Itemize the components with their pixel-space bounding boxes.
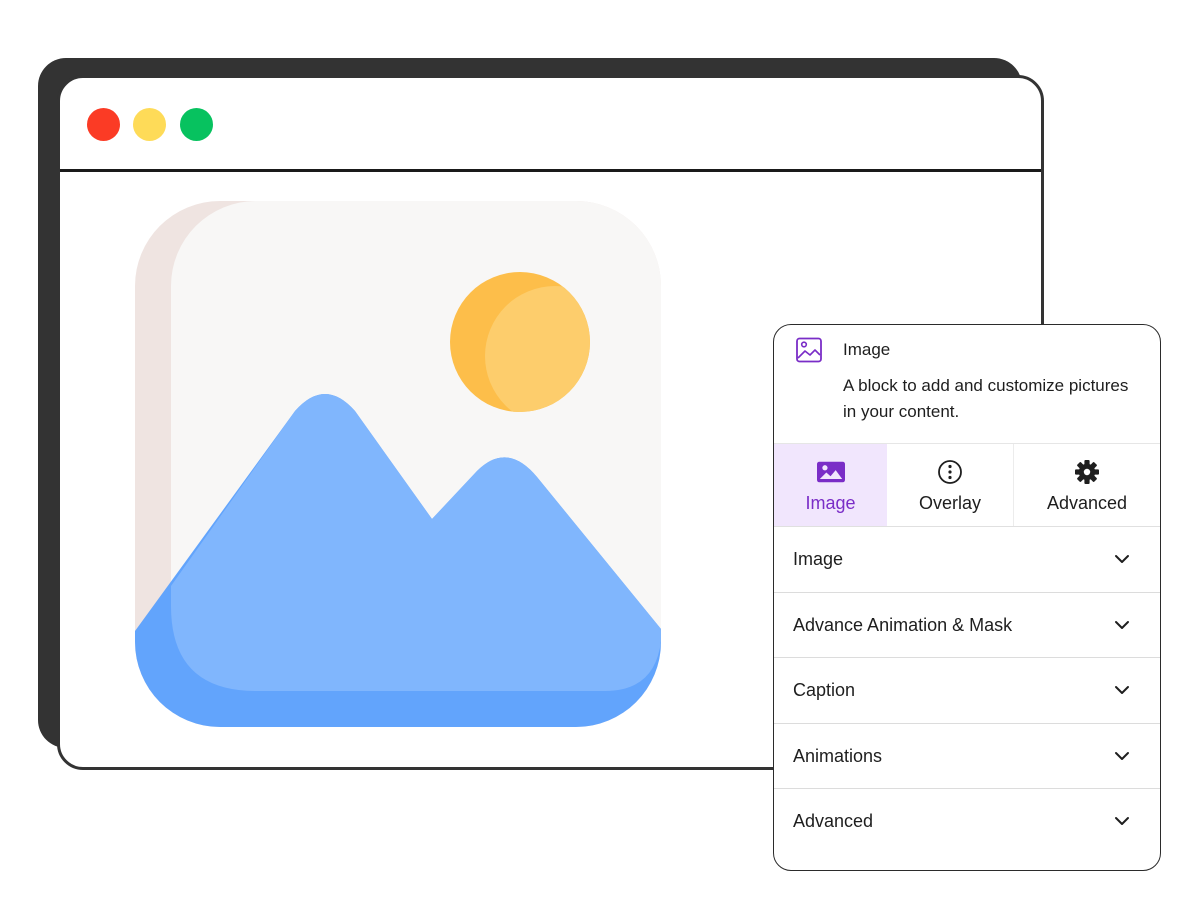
block-settings-panel: Image A block to add and customize pictu… [773,324,1161,871]
tab-image-label: Image [805,493,856,513]
block-card: Image A block to add and customize pictu… [774,325,1160,444]
image-block-icon [796,337,822,363]
section-advance-animation-mask[interactable]: Advance Animation & Mask [774,593,1160,659]
chevron-down-icon [1115,620,1129,629]
section-label: Advanced [793,811,874,832]
block-title: Image [843,340,891,359]
window-titlebar [60,78,1041,172]
chevron-down-icon [1115,555,1129,563]
maximize-window-button[interactable] [180,108,213,141]
block-description: A block to add and customize pictures in… [843,376,1129,421]
section-label: Animations [793,745,883,766]
chevron-down-icon [1115,751,1129,760]
image-placeholder-icon [135,201,661,727]
gear-icon [1073,459,1101,485]
close-window-button[interactable] [87,108,120,141]
section-label: Image [793,549,844,569]
settings-tabs: Image Overlay Advanced [774,444,1160,527]
minimize-window-button[interactable] [133,108,166,141]
tab-overlay-label: Overlay [918,493,981,513]
tab-overlay[interactable]: Overlay [887,444,1014,526]
section-animations[interactable]: Animations [774,724,1160,790]
section-advanced[interactable]: Advanced [774,789,1160,855]
tab-image[interactable]: Image [774,444,887,526]
section-label: Caption [793,680,856,701]
tab-advanced-label: Advanced [1046,493,1128,513]
settings-sections: Image Advance Animation & Mask Caption A… [774,527,1160,855]
section-caption[interactable]: Caption [774,658,1160,724]
tab-advanced[interactable]: Advanced [1014,444,1160,526]
section-image[interactable]: Image [774,527,1160,593]
chevron-down-icon [1115,686,1129,695]
image-icon [816,459,845,485]
chevron-down-icon [1115,817,1129,826]
section-label: Advance Animation & Mask [793,614,1013,635]
ellipsis-circle-icon [936,459,964,485]
